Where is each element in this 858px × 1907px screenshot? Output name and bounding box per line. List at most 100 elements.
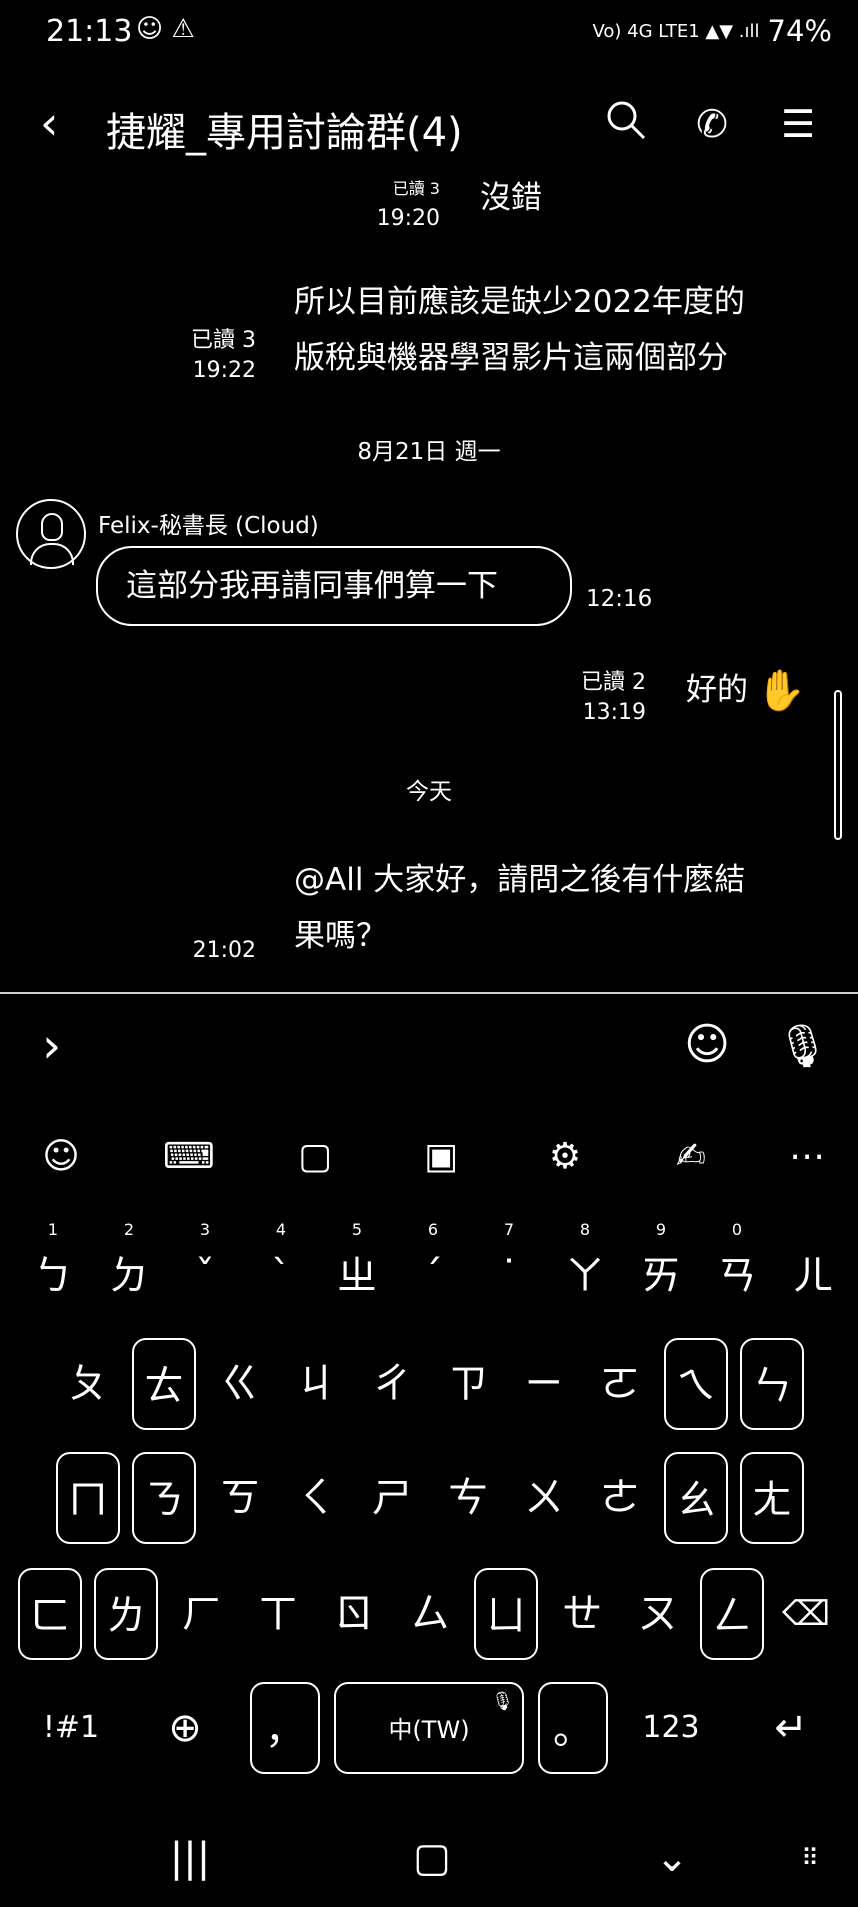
microphone-icon[interactable]: 🎙 [776,1016,829,1076]
menu-icon[interactable]: ☰ [772,98,824,150]
key-tone2[interactable]: 6ˊ [402,1222,464,1320]
key-a[interactable]: 8ㄚ [554,1222,616,1320]
key-q[interactable]: ㄑ [284,1452,348,1544]
read-receipt: 已讀 2 13:19 [560,668,646,728]
key-eh[interactable]: ㄝ [550,1568,614,1660]
period-key[interactable]: 。 [538,1682,608,1774]
battery-level: 74% [767,14,832,48]
key-e[interactable]: ㄜ [588,1452,652,1544]
outgoing-message[interactable]: 好的 [686,662,748,718]
key-x[interactable]: ㄒ [246,1568,310,1660]
clipboard-icon[interactable]: ▢ [288,1130,342,1184]
hide-keyboard-chevron-icon[interactable]: ⌄ [642,1828,702,1888]
chat-header: ‹ 捷耀_專用討論群(4) ✆ ☰ [0,80,858,170]
phone-icon[interactable]: ✆ [686,98,738,150]
search-icon[interactable] [600,98,652,150]
key-eng[interactable]: ㄥ [700,1568,764,1660]
key-t[interactable]: ㄊ [132,1338,196,1430]
avatar[interactable] [16,499,86,569]
key-r[interactable]: ㄖ [322,1568,386,1660]
key-h[interactable]: ㄏ [170,1568,234,1660]
outgoing-message[interactable]: 沒錯 [480,170,542,226]
key-f[interactable]: ㄈ [18,1568,82,1660]
expand-chevron-icon[interactable]: › [42,1016,61,1076]
key-tone4[interactable]: 4ˋ [250,1222,312,1320]
message-line: 果嗎？ [294,918,387,954]
emoji-icon[interactable]: ☺ [680,1018,734,1072]
key-j[interactable]: ㄐ [284,1338,348,1430]
keyboard-toolbar: ☺ ⌨ ▢ ▣ ⚙ ✍ ⋯ [0,1120,858,1190]
read-receipt: 已讀 3 19:20 [360,174,440,234]
signal-icon: Vo) 4G LTE1 ▲▼ .ıll [592,20,760,42]
mic-small-icon: 🎙 [491,1691,514,1712]
symbols-key[interactable]: !#1 [36,1682,106,1774]
key-l[interactable]: ㄌ [94,1568,158,1660]
key-ei[interactable]: ㄟ [664,1338,728,1430]
incoming-message-bubble[interactable]: 這部分我再請同事們算一下 [96,546,572,626]
read-count: 已讀 3 [191,328,256,353]
search-icon-svg [607,101,646,140]
key-c[interactable]: ㄘ [436,1452,500,1544]
message-time: 19:22 [192,358,256,383]
outgoing-message[interactable]: @All 大家好，請問之後有什麼結 果嗎？ [294,852,745,964]
comma-key[interactable]: ， [250,1682,320,1774]
space-key[interactable]: 中(TW) 🎙 [334,1682,524,1774]
key-n[interactable]: ㄋ [132,1452,196,1544]
settings-gear-icon[interactable]: ⚙ [538,1130,592,1184]
key-ang[interactable]: ㄤ [740,1452,804,1544]
key-yu[interactable]: ㄩ [474,1568,538,1660]
key-ou[interactable]: ㄡ [626,1568,690,1660]
status-bar: 21:13 ☺ ⚠ Vo) 4G LTE1 ▲▼ .ıll 74% [0,0,858,70]
handwriting-icon[interactable]: ✍ [664,1130,718,1184]
waving-hand-sticker-icon: ✋ [756,668,806,714]
message-time: 12:16 [586,586,653,612]
key-tone5[interactable]: 7 ˙ [478,1222,540,1320]
read-count: 已讀 2 [581,670,646,695]
key-ao[interactable]: ㄠ [664,1452,728,1544]
group-title: 捷耀_專用討論群(4) [106,110,463,156]
keyboard-switch-icon[interactable]: ⠿ [780,1828,840,1888]
key-u[interactable]: ㄨ [512,1452,576,1544]
key-d[interactable]: 2ㄉ [98,1222,160,1320]
more-icon[interactable]: ⋯ [780,1130,834,1184]
key-g[interactable]: ㄍ [208,1338,272,1430]
key-sh[interactable]: ㄕ [360,1452,424,1544]
recents-icon[interactable]: ||| [160,1828,220,1888]
home-icon[interactable]: ▢ [402,1828,462,1888]
notification-icons: ☺ ⚠ [136,14,195,44]
key-er[interactable]: ㄦ [782,1230,844,1320]
message-line: @All 大家好，請問之後有什麼結 [294,862,746,898]
back-chevron-icon[interactable]: ‹ [40,98,80,148]
key-zh[interactable]: 5ㄓ [326,1222,388,1320]
system-icons: Vo) 4G LTE1 ▲▼ .ıll 74% [593,14,833,48]
key-ch[interactable]: ㄔ [360,1338,424,1430]
key-i[interactable]: ㄧ [512,1338,576,1430]
key-z[interactable]: ㄗ [436,1338,500,1430]
scrollbar[interactable] [834,690,842,840]
numbers-key[interactable]: 123 [636,1682,706,1774]
enter-icon[interactable]: ↵ [756,1682,826,1774]
key-m[interactable]: ㄇ [56,1452,120,1544]
message-time: 13:19 [582,700,646,725]
globe-icon[interactable]: ⊕ [150,1682,220,1774]
sender-name: Felix-秘書長 (Cloud) [98,513,319,539]
keyboard-icon[interactable]: ⌨ [162,1130,216,1184]
emoji-icon[interactable]: ☺ [34,1130,88,1184]
key-tone3[interactable]: 3ˇ [174,1222,236,1320]
clock: 21:13 [46,14,133,49]
backspace-icon[interactable]: ⌫ [772,1568,840,1660]
read-receipt: 已讀 3 19:22 [170,326,256,386]
key-s[interactable]: ㄙ [398,1568,462,1660]
key-an[interactable]: 0ㄢ [706,1222,768,1320]
one-hand-icon[interactable]: ▣ [414,1130,468,1184]
message-time: 21:02 [192,938,256,963]
key-o[interactable]: ㄛ [588,1338,652,1430]
key-ai[interactable]: 9ㄞ [630,1222,692,1320]
input-divider [0,992,858,994]
message-line: 版稅與機器學習影片這兩個部分 [294,340,728,376]
key-b[interactable]: 1ㄅ [22,1222,84,1320]
outgoing-message[interactable]: 所以目前應該是缺少2022年度的 版稅與機器學習影片這兩個部分 [294,274,745,386]
key-en[interactable]: ㄣ [740,1338,804,1430]
key-p[interactable]: ㄆ [56,1338,120,1430]
key-k[interactable]: ㄎ [208,1452,272,1544]
